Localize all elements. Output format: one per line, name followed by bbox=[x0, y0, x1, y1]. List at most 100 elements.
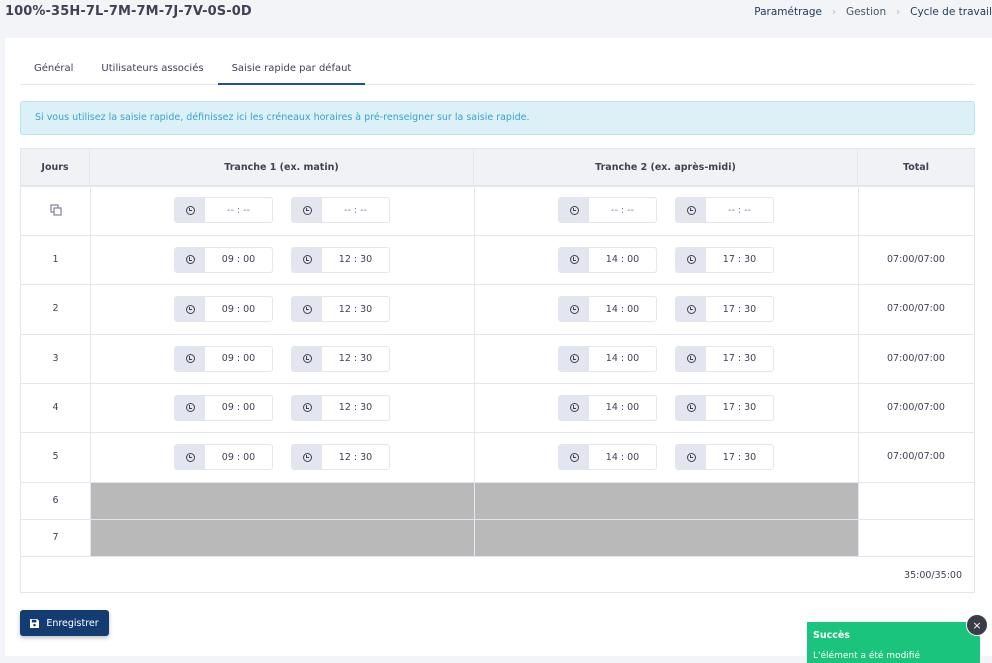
time-input-t2-end[interactable]: 17 : 30 bbox=[675, 345, 774, 372]
time-input-t1-end[interactable]: 12 : 30 bbox=[291, 444, 390, 470]
time-input-t1-end[interactable]: 12 : 30 bbox=[291, 246, 390, 273]
time-placeholder[interactable]: -- : -- bbox=[589, 198, 656, 222]
grand-total: 35:00/35:00 bbox=[904, 570, 962, 581]
time-placeholder[interactable]: -- : -- bbox=[706, 198, 773, 222]
time-input-t2-start[interactable]: 14 : 00 bbox=[558, 345, 657, 372]
breadcrumb-item-parametrage[interactable]: Paramétrage bbox=[754, 6, 822, 18]
clock-icon bbox=[676, 198, 706, 222]
time-value[interactable]: 12 : 30 bbox=[322, 297, 389, 321]
info-alert: Si vous utilisez la saisie rapide, défin… bbox=[20, 101, 975, 135]
time-placeholder[interactable]: -- : -- bbox=[322, 198, 389, 222]
tab-associated-users[interactable]: Utilisateurs associés bbox=[87, 59, 217, 85]
clock-icon bbox=[559, 395, 589, 420]
time-value[interactable]: 09 : 00 bbox=[205, 445, 272, 469]
clock-icon bbox=[292, 346, 322, 371]
day-number: 3 bbox=[52, 352, 59, 364]
time-value[interactable]: 09 : 00 bbox=[205, 347, 272, 371]
time-value[interactable]: 17 : 30 bbox=[706, 297, 773, 321]
time-value[interactable]: 09 : 00 bbox=[205, 396, 272, 420]
time-placeholder[interactable]: -- : -- bbox=[205, 198, 272, 222]
time-value[interactable]: 12 : 30 bbox=[322, 248, 389, 272]
time-input-t1-start[interactable]: 09 : 00 bbox=[174, 444, 273, 470]
time-value[interactable]: 14 : 00 bbox=[589, 396, 656, 420]
clock-icon bbox=[292, 395, 322, 420]
time-value[interactable]: 14 : 00 bbox=[589, 445, 656, 469]
clock-icon bbox=[292, 247, 322, 272]
time-value[interactable]: 09 : 00 bbox=[205, 297, 272, 321]
time-input-t1-end[interactable]: 12 : 30 bbox=[291, 345, 390, 372]
breadcrumb-item-gestion[interactable]: Gestion bbox=[846, 6, 886, 18]
day-number: 2 bbox=[52, 303, 59, 314]
time-input-t1-end[interactable]: 12 : 30 bbox=[291, 394, 390, 421]
clock-icon bbox=[559, 297, 589, 321]
header-slot1: Tranche 1 (ex. matin) bbox=[90, 149, 474, 186]
clock-icon bbox=[175, 445, 205, 469]
clock-icon bbox=[175, 346, 205, 371]
row-divider bbox=[21, 235, 974, 236]
day-number: 5 bbox=[52, 451, 59, 462]
template-t1-end[interactable]: -- : -- bbox=[291, 197, 390, 223]
row-divider bbox=[21, 186, 974, 187]
template-t1-start[interactable]: -- : -- bbox=[174, 197, 273, 223]
tab-quick-entry[interactable]: Saisie rapide par défaut bbox=[217, 59, 366, 85]
row-total: 07:00/07:00 bbox=[887, 401, 945, 413]
time-input-t2-end[interactable]: 17 : 30 bbox=[675, 296, 774, 322]
time-value[interactable]: 17 : 30 bbox=[706, 248, 773, 272]
time-input-t2-start[interactable]: 14 : 00 bbox=[558, 296, 657, 322]
time-value[interactable]: 09 : 00 bbox=[205, 248, 272, 272]
row-divider bbox=[21, 334, 974, 335]
time-input-t1-end[interactable]: 12 : 30 bbox=[291, 296, 390, 322]
row-divider bbox=[21, 556, 974, 557]
time-value[interactable]: 17 : 30 bbox=[706, 396, 773, 420]
time-input-t2-start[interactable]: 14 : 00 bbox=[558, 444, 657, 470]
template-t2-start[interactable]: -- : -- bbox=[558, 197, 657, 223]
time-input-t2-end[interactable]: 17 : 30 bbox=[675, 444, 774, 470]
close-icon[interactable]: × bbox=[966, 614, 988, 636]
disabled-slot bbox=[475, 520, 858, 556]
row-total: 07:00/07:00 bbox=[887, 253, 945, 265]
time-value[interactable]: 12 : 30 bbox=[322, 347, 389, 371]
time-value[interactable]: 17 : 30 bbox=[706, 347, 773, 371]
breadcrumb: Paramétrage › Gestion › Cycle de travail bbox=[754, 6, 992, 18]
disabled-slot bbox=[91, 483, 474, 519]
header-total: Total bbox=[858, 149, 974, 186]
clock-icon bbox=[559, 445, 589, 469]
copy-icon[interactable] bbox=[50, 204, 62, 216]
time-input-t1-start[interactable]: 09 : 00 bbox=[174, 394, 273, 421]
success-toast: Succès L'élément a été modifié bbox=[807, 622, 980, 663]
row-divider bbox=[21, 383, 974, 384]
toast-message: L'élément a été modifié bbox=[813, 651, 920, 661]
time-input-t2-start[interactable]: 14 : 00 bbox=[558, 394, 657, 421]
time-input-t1-start[interactable]: 09 : 00 bbox=[174, 246, 273, 273]
time-input-t2-end[interactable]: 17 : 30 bbox=[675, 394, 774, 421]
day-number: 4 bbox=[52, 401, 59, 413]
page-header: 100%-35H-7L-7M-7M-7J-7V-0S-0D Paramétrag… bbox=[0, 0, 992, 26]
header-slot2: Tranche 2 (ex. après-midi) bbox=[474, 149, 858, 186]
template-t2-end[interactable]: -- : -- bbox=[675, 197, 774, 223]
row-divider bbox=[21, 432, 974, 433]
time-value[interactable]: 12 : 30 bbox=[322, 396, 389, 420]
toast-title: Succès bbox=[813, 630, 850, 641]
time-value[interactable]: 14 : 00 bbox=[589, 347, 656, 371]
time-input-t1-start[interactable]: 09 : 00 bbox=[174, 296, 273, 322]
row-divider bbox=[21, 284, 974, 285]
time-value[interactable]: 12 : 30 bbox=[322, 445, 389, 469]
row-total: 07:00/07:00 bbox=[887, 451, 945, 462]
clock-icon bbox=[676, 297, 706, 321]
clock-icon bbox=[292, 445, 322, 469]
time-value[interactable]: 17 : 30 bbox=[706, 445, 773, 469]
breadcrumb-item-cycle[interactable]: Cycle de travail bbox=[910, 6, 992, 18]
save-button-label: Enregistrer bbox=[46, 617, 99, 629]
time-value[interactable]: 14 : 00 bbox=[589, 297, 656, 321]
time-input-t2-end[interactable]: 17 : 30 bbox=[675, 246, 774, 273]
save-button[interactable]: Enregistrer bbox=[20, 610, 109, 636]
time-value[interactable]: 14 : 00 bbox=[589, 248, 656, 272]
time-input-t1-start[interactable]: 09 : 00 bbox=[174, 345, 273, 372]
time-input-t2-start[interactable]: 14 : 00 bbox=[558, 246, 657, 273]
day-number: 7 bbox=[52, 531, 59, 543]
content-card: Général Utilisateurs associés Saisie rap… bbox=[5, 38, 992, 656]
schedule-table: Jours Tranche 1 (ex. matin) Tranche 2 (e… bbox=[20, 148, 975, 593]
tab-general[interactable]: Général bbox=[20, 59, 87, 85]
clock-icon bbox=[292, 297, 322, 321]
clock-icon bbox=[175, 297, 205, 321]
